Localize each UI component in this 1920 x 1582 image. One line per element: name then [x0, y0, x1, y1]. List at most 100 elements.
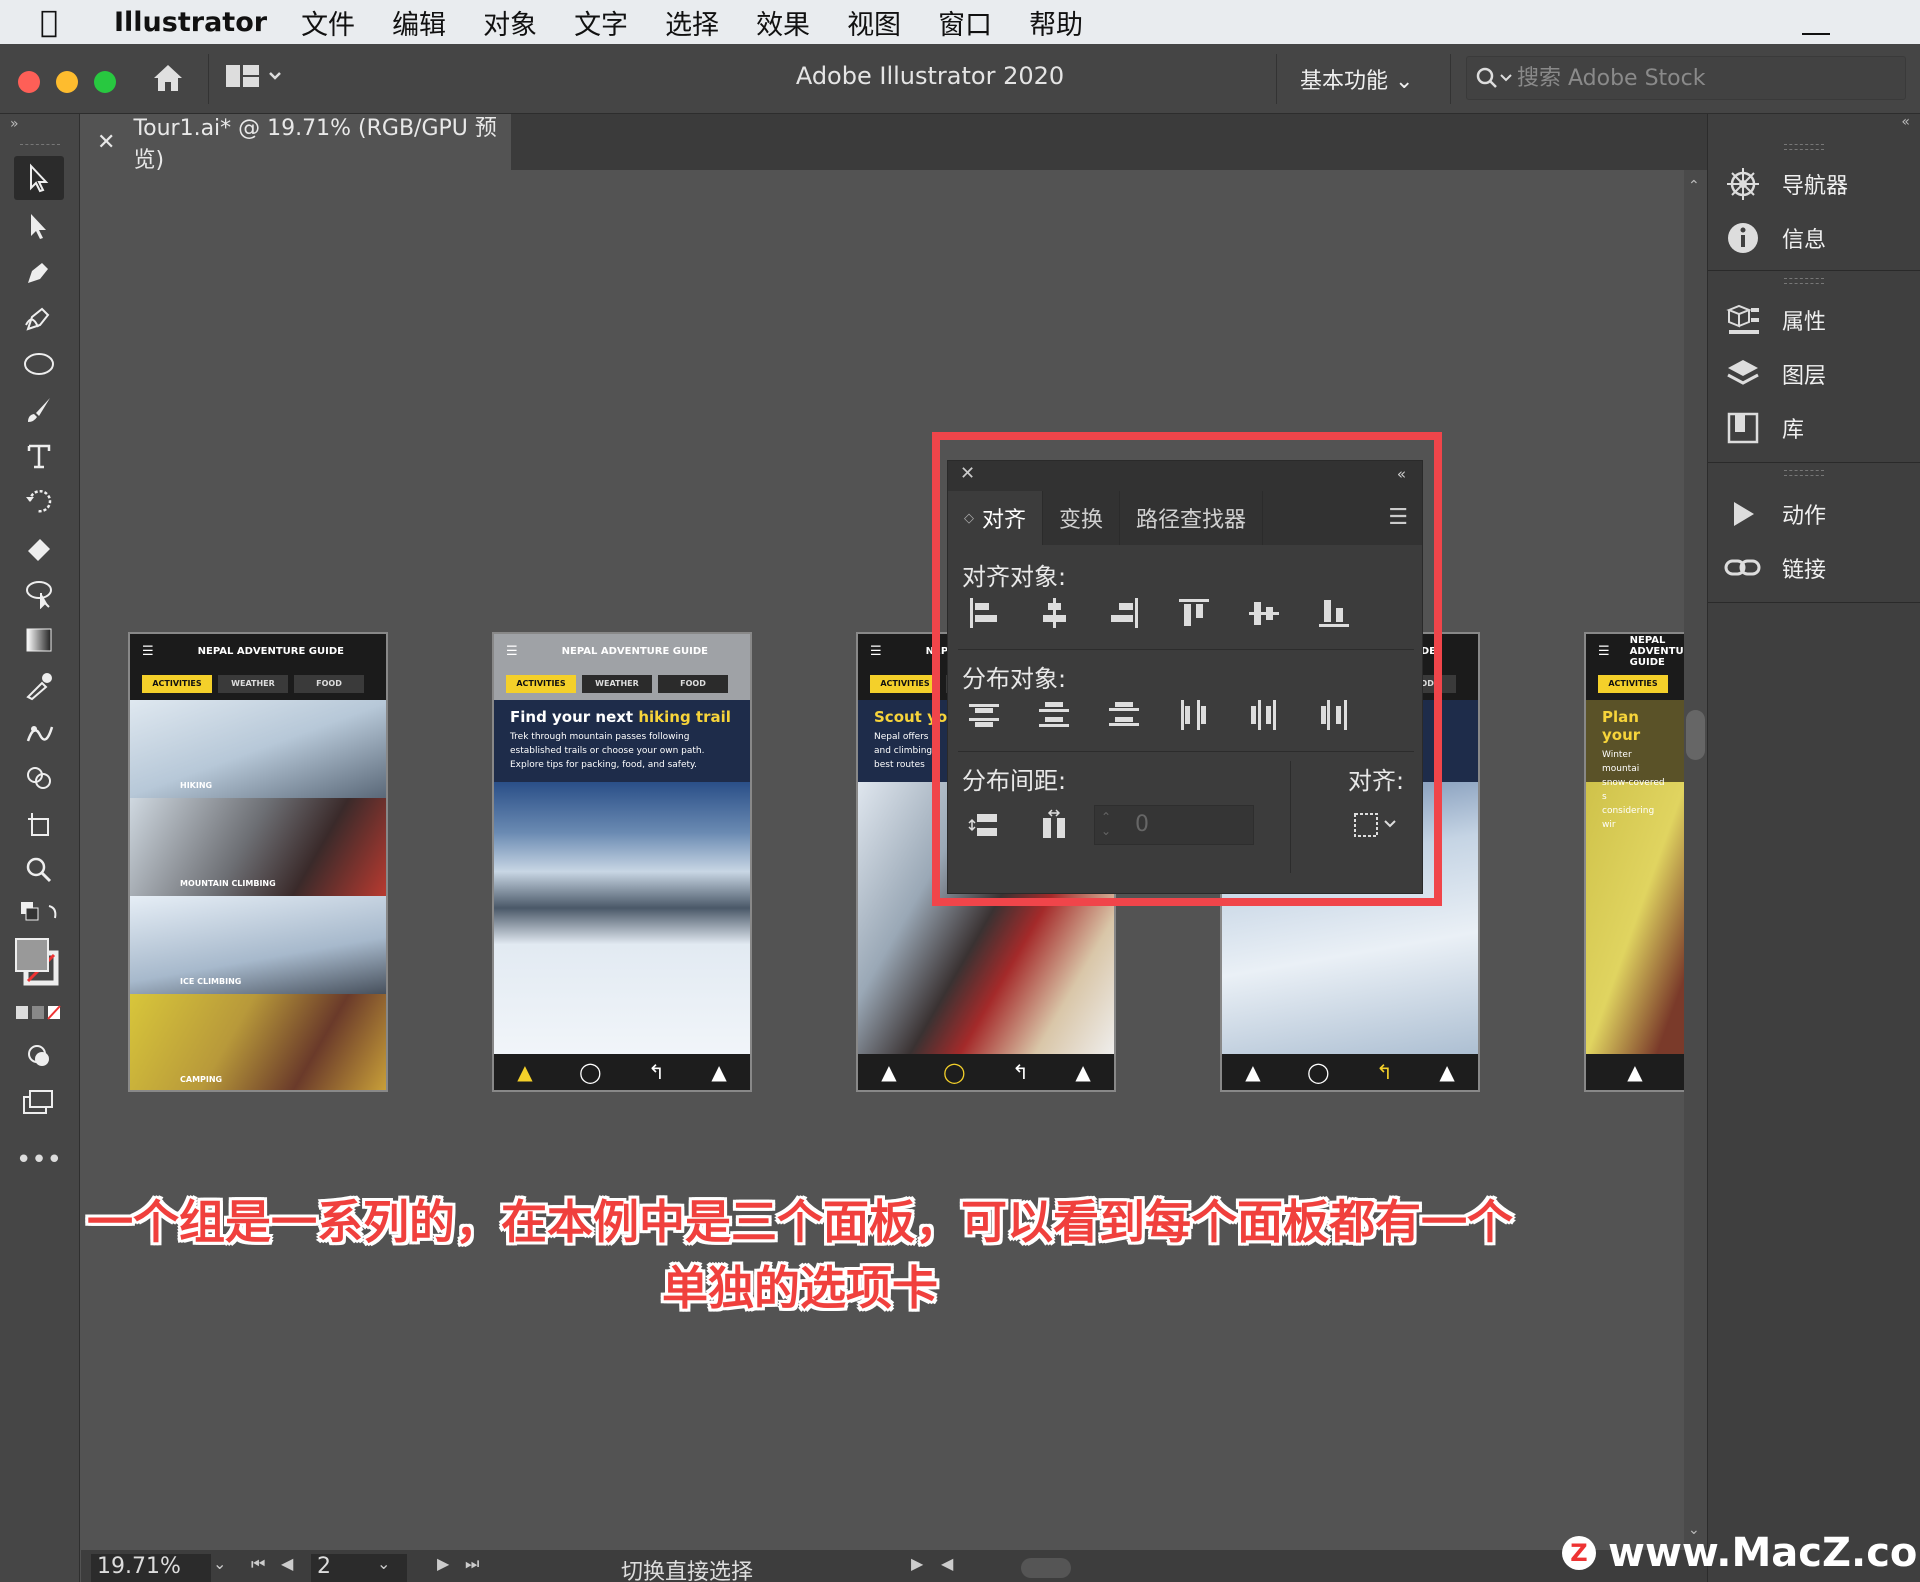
- type-tool-icon[interactable]: [14, 434, 64, 478]
- tools-panel: » •••: [0, 114, 80, 1582]
- carabiner-icon: ◯: [943, 1060, 966, 1084]
- zoom-dropdown-icon[interactable]: ⌄: [213, 1554, 226, 1573]
- menu-file[interactable]: 文件: [301, 3, 355, 42]
- rotate-tool-icon[interactable]: [14, 480, 64, 524]
- toolbar-grip[interactable]: [20, 144, 60, 148]
- lasso-tool-icon[interactable]: [14, 572, 64, 616]
- artboard-title: NEPAL ADVENTURE GUIDE: [1629, 634, 1684, 668]
- appbar-divider: [208, 54, 209, 104]
- fill-stroke-swatch[interactable]: [14, 934, 64, 990]
- artboard-1[interactable]: ☰ NEPAL ADVENTURE GUIDE ACTIVITIES WEATHE…: [128, 632, 388, 1092]
- pen-tool-icon[interactable]: [14, 250, 64, 294]
- boot-icon: ▲: [1245, 1060, 1261, 1084]
- ice-climbing-label: ICE CLIMBING: [180, 977, 242, 986]
- menu-select[interactable]: 选择: [665, 3, 719, 42]
- dock-item-libraries[interactable]: 库: [1724, 406, 1914, 450]
- horizontal-scroll-thumb[interactable]: [1021, 1558, 1071, 1578]
- link-icon: [1724, 549, 1762, 587]
- workspace-switcher[interactable]: 基本功能 ⌄: [1300, 63, 1413, 95]
- canvas[interactable]: ☰ NEPAL ADVENTURE GUIDE ACTIVITIES WEATHE…: [81, 170, 1684, 1550]
- puppet-warp-tool-icon[interactable]: [14, 710, 64, 754]
- artboard-5[interactable]: ☰ NEPAL ADVENTURE GUIDE ACTIVITIES Plan y…: [1584, 632, 1684, 1092]
- curvature-tool-icon[interactable]: [14, 296, 64, 340]
- last-artboard-icon[interactable]: ⏭: [465, 1554, 479, 1574]
- screen-mode-icon[interactable]: [14, 1080, 64, 1124]
- hiking-label: HIKING: [180, 781, 213, 790]
- status-menu-icon[interactable]: ▶: [911, 1554, 923, 1573]
- selection-tool-icon[interactable]: [14, 156, 64, 200]
- dock-item-links[interactable]: 链接: [1724, 546, 1914, 590]
- stock-search[interactable]: [1466, 56, 1906, 100]
- dock-item-layers[interactable]: 图层: [1724, 352, 1914, 396]
- close-tab-icon[interactable]: ✕: [97, 130, 115, 155]
- gradient-tool-icon[interactable]: [14, 618, 64, 662]
- zoom-tool-icon[interactable]: [14, 848, 64, 892]
- swap-fill-stroke-icon[interactable]: [14, 892, 64, 936]
- menu-edit[interactable]: 编辑: [392, 3, 446, 42]
- artboard-dropdown-icon[interactable]: ⌄: [377, 1554, 390, 1573]
- dock-grip[interactable]: [1784, 470, 1824, 476]
- search-icon: [1476, 67, 1512, 88]
- hamburger-menu-icon: ☰: [506, 643, 518, 659]
- ice-axe-icon: ↰: [1012, 1060, 1029, 1084]
- artboard-2[interactable]: ☰ NEPAL ADVENTURE GUIDE ACTIVITIES WEATHE…: [492, 632, 752, 1092]
- ellipse-tool-icon[interactable]: [14, 342, 64, 386]
- eraser-tool-icon[interactable]: [14, 526, 64, 570]
- appbar-divider: [1450, 54, 1451, 104]
- menubar-extra-icon: [1802, 33, 1830, 35]
- dock-item-info[interactable]: 信息: [1724, 216, 1914, 260]
- menu-effect[interactable]: 效果: [756, 3, 810, 42]
- artboard-tool-icon[interactable]: [14, 802, 64, 846]
- menu-window[interactable]: 窗口: [938, 3, 992, 42]
- direct-selection-tool-icon[interactable]: [14, 204, 64, 248]
- scroll-left-icon[interactable]: ◀: [941, 1554, 953, 1573]
- dock-item-label: 链接: [1782, 558, 1827, 583]
- menu-object[interactable]: 对象: [483, 3, 537, 42]
- zoom-level-field[interactable]: 19.71%: [91, 1554, 211, 1582]
- vertical-scrollbar[interactable]: ⌃ ⌄: [1684, 170, 1707, 1550]
- dock-grip[interactable]: [1784, 278, 1824, 284]
- artboard-title: NEPAL ADVENTURE GUIDE: [197, 645, 344, 657]
- scroll-up-icon[interactable]: ⌃: [1688, 178, 1700, 194]
- draw-mode-icon[interactable]: [14, 1034, 64, 1078]
- previous-artboard-icon[interactable]: ◀: [281, 1554, 293, 1573]
- dock-item-label: 信息: [1782, 228, 1827, 253]
- menu-app-name[interactable]: Illustrator: [114, 7, 267, 38]
- dock-grip[interactable]: [1784, 144, 1824, 150]
- menu-view[interactable]: 视图: [847, 3, 901, 42]
- eyedropper-tool-icon[interactable]: [14, 664, 64, 708]
- tab-activities: ACTIVITIES: [870, 675, 940, 693]
- dock-item-navigator[interactable]: 导航器: [1724, 162, 1914, 206]
- dock-item-properties[interactable]: 属性: [1724, 298, 1914, 342]
- search-input[interactable]: [1517, 65, 1887, 91]
- ice-climbing-image: ICE CLIMBING: [130, 896, 386, 994]
- menu-type[interactable]: 文字: [574, 3, 628, 42]
- right-panel-dock: « 导航器 信息 属性 图层 库 动作 链接: [1707, 114, 1920, 1582]
- navigator-icon: [1724, 165, 1762, 203]
- more-tools-icon[interactable]: •••: [14, 1138, 64, 1182]
- close-window-button[interactable]: [18, 71, 40, 93]
- collapse-dock-icon[interactable]: «: [1901, 114, 1910, 130]
- paintbrush-tool-icon[interactable]: [14, 388, 64, 432]
- current-tool-status[interactable]: 切换直接选择: [621, 1554, 753, 1582]
- next-artboard-icon[interactable]: ▶: [437, 1554, 449, 1573]
- color-mode-icon[interactable]: [14, 998, 64, 1028]
- dock-item-actions[interactable]: 动作: [1724, 492, 1914, 536]
- zoom-window-button[interactable]: [94, 71, 116, 93]
- minimize-window-button[interactable]: [56, 71, 78, 93]
- bottom-nav: ▲: [1586, 1054, 1684, 1090]
- document-tab[interactable]: ✕ Tour1.ai* @ 19.71% (RGB/GPU 预览): [81, 114, 511, 173]
- expand-toolbar-icon[interactable]: »: [10, 116, 19, 132]
- scroll-thumb[interactable]: [1686, 710, 1705, 760]
- first-artboard-icon[interactable]: ⏮: [251, 1554, 265, 1574]
- tent-icon: ▲: [1075, 1060, 1091, 1084]
- arrange-documents-icon[interactable]: [226, 63, 282, 95]
- artboard-number-field[interactable]: 2: [311, 1554, 407, 1582]
- menu-help[interactable]: 帮助: [1029, 3, 1083, 42]
- dock-item-label: 属性: [1782, 310, 1827, 335]
- shape-builder-tool-icon[interactable]: [14, 756, 64, 800]
- apple-icon[interactable]: : [40, 5, 80, 40]
- properties-icon: [1724, 301, 1762, 339]
- hiking-image: HIKING: [130, 700, 386, 798]
- home-icon[interactable]: [148, 58, 188, 98]
